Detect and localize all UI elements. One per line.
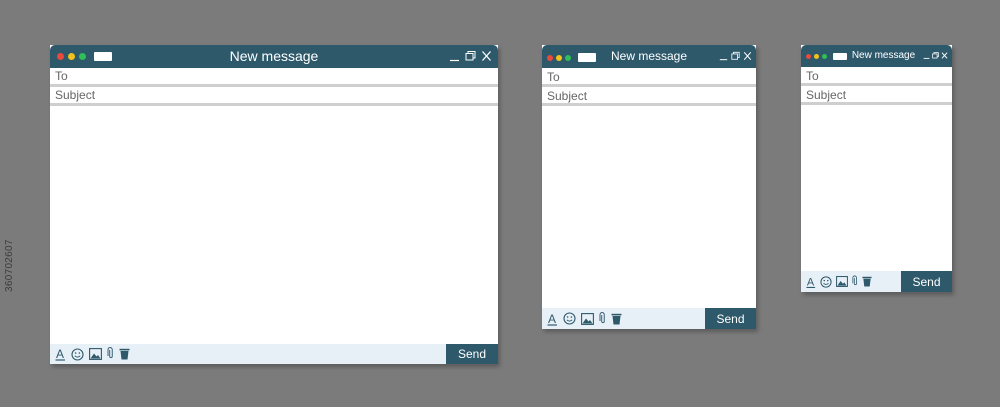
trash-icon[interactable] <box>862 276 872 287</box>
send-button[interactable]: Send <box>901 271 952 292</box>
svg-text:A: A <box>56 347 64 361</box>
message-body[interactable] <box>542 106 756 308</box>
text-format-icon[interactable]: A <box>806 275 816 289</box>
message-body[interactable] <box>50 106 498 344</box>
title-bar[interactable]: New message <box>542 45 756 68</box>
to-field[interactable]: To <box>801 67 952 86</box>
compose-window-small: New message To Subject A Send <box>801 45 952 292</box>
subject-label: Subject <box>547 89 588 103</box>
trash-icon[interactable] <box>611 313 622 325</box>
svg-text:A: A <box>548 312 556 326</box>
image-icon[interactable] <box>836 276 848 287</box>
message-body[interactable] <box>801 105 952 271</box>
restore-icon[interactable] <box>932 51 939 60</box>
attachment-icon[interactable] <box>852 275 858 288</box>
minimize-icon[interactable] <box>923 51 930 60</box>
title-bar[interactable]: New message <box>50 45 498 68</box>
to-label: To <box>806 69 819 83</box>
emoji-icon[interactable] <box>820 275 832 288</box>
formatting-toolbar: A <box>542 308 705 329</box>
svg-text:A: A <box>807 276 815 288</box>
stock-id-text: 360702607 <box>4 239 15 292</box>
subject-label: Subject <box>806 88 847 102</box>
close-icon[interactable] <box>743 51 752 61</box>
emoji-icon[interactable] <box>563 312 576 325</box>
send-button[interactable]: Send <box>446 344 498 364</box>
formatting-toolbar: A <box>50 344 446 364</box>
minimize-icon[interactable] <box>719 51 728 61</box>
close-icon[interactable] <box>941 51 948 60</box>
image-icon[interactable] <box>581 312 594 325</box>
restore-icon[interactable] <box>731 51 740 61</box>
compose-window-large: New message To Subject A Send <box>50 45 498 364</box>
attachment-icon[interactable] <box>107 347 114 361</box>
compose-window-medium: New message To Subject A Send <box>542 45 756 329</box>
restore-icon[interactable] <box>465 50 476 62</box>
send-label: Send <box>716 311 745 326</box>
subject-field[interactable]: Subject <box>542 87 756 106</box>
to-field[interactable]: To <box>50 68 498 87</box>
subject-label: Subject <box>55 88 96 102</box>
send-label: Send <box>457 347 487 361</box>
subject-field[interactable]: Subject <box>50 87 498 106</box>
subject-field[interactable]: Subject <box>801 86 952 105</box>
image-icon[interactable] <box>89 348 102 360</box>
text-format-icon[interactable]: A <box>55 347 66 361</box>
to-field[interactable]: To <box>542 68 756 87</box>
trash-icon[interactable] <box>119 348 130 360</box>
to-label: To <box>547 70 560 84</box>
title-bar[interactable]: New message <box>801 45 952 67</box>
send-label: Send <box>912 274 941 289</box>
send-button[interactable]: Send <box>705 308 756 329</box>
to-label: To <box>55 69 68 83</box>
window-title: New message <box>229 48 319 64</box>
attachment-icon[interactable] <box>599 311 606 326</box>
formatting-toolbar: A <box>801 271 901 292</box>
minimize-icon[interactable] <box>449 50 460 62</box>
emoji-icon[interactable] <box>71 347 84 361</box>
close-icon[interactable] <box>481 50 492 62</box>
text-format-icon[interactable]: A <box>547 312 558 326</box>
